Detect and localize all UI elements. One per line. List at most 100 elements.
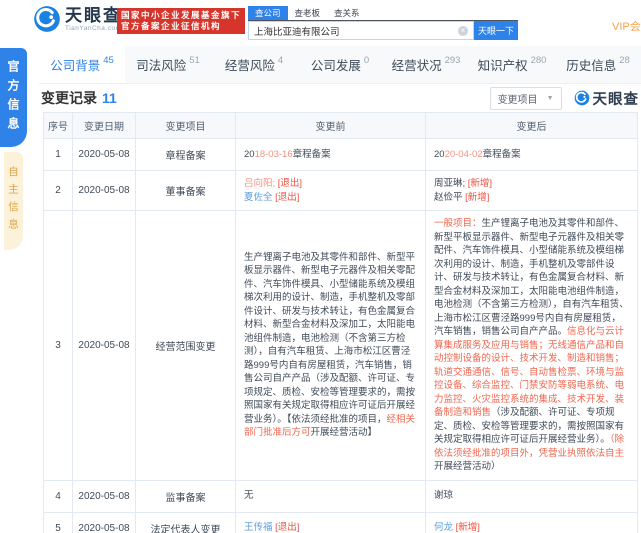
column-header: 变更项目 bbox=[136, 113, 236, 139]
text-segment: 20-04-02 bbox=[445, 149, 483, 160]
side-tab-label: 官方信息 bbox=[5, 60, 22, 136]
change-before-cell: 生产锂离子电池及其零件和部件、新型平板显示器件、新型电子元器件及相关零配件、汽车… bbox=[236, 211, 426, 481]
change-item: 监事备案 bbox=[136, 480, 236, 512]
text-segment: 开展经营活动） bbox=[434, 461, 501, 472]
change-before-cell: 无 bbox=[236, 480, 426, 512]
nav-tab-label: 司法风险 bbox=[136, 55, 186, 74]
nav-tab[interactable]: 历史信息28 bbox=[555, 46, 641, 83]
text-segment: [新增] bbox=[468, 178, 492, 189]
search-input[interactable] bbox=[249, 25, 449, 36]
cell-line: 谢琼 bbox=[434, 489, 629, 503]
nav-tab-count: 51 bbox=[189, 55, 200, 66]
section-title: 变更记录 bbox=[41, 88, 97, 108]
clear-icon[interactable]: × bbox=[458, 26, 468, 36]
text-segment: 周亚琳; bbox=[434, 178, 465, 189]
person-link[interactable]: 夏佐全 bbox=[244, 192, 273, 203]
row-number: 3 bbox=[44, 211, 73, 481]
text-segment: 生产锂离子电池及其零件和部件、新型平板显示器件、新型电子元器件及相关零配件、汽车… bbox=[244, 252, 415, 425]
nav-tab-label: 经营状况 bbox=[392, 55, 442, 74]
search-tab[interactable]: 查关系 bbox=[327, 6, 367, 20]
vip-link[interactable]: VIP会 bbox=[612, 18, 641, 34]
nav-tab-count: 0 bbox=[364, 55, 369, 66]
nav-tab-count: 280 bbox=[531, 55, 547, 66]
change-before-cell: 王传福 [退出] bbox=[236, 512, 426, 533]
change-after-cell: 一般项目：生产锂离子电池及其零件和部件、新型平板显示器件、新型电子元器件及相关零… bbox=[426, 211, 638, 481]
nav-tab-count: 4 bbox=[278, 55, 283, 66]
nav-tab[interactable]: 公司发展0 bbox=[297, 46, 383, 83]
nav-tab-count: 293 bbox=[445, 55, 461, 66]
person-link[interactable]: 王传福 bbox=[244, 522, 273, 533]
table-row: 42020-05-08监事备案无谢琼 bbox=[44, 480, 638, 512]
cell-line: 生产锂离子电池及其零件和部件、新型平板显示器件、新型电子元器件及相关零配件、汽车… bbox=[244, 251, 417, 440]
cell-line: 周亚琳; [新增] bbox=[434, 177, 629, 191]
logo-text: 天眼查 TianYanCha.com bbox=[65, 7, 122, 32]
table-row: 12020-05-08章程备案2018-03-16章程备案2020-04-02章… bbox=[44, 139, 638, 171]
badge-line-2: 官方备案企业征信机构 bbox=[121, 21, 241, 32]
text-segment: 赵俭平 bbox=[434, 192, 463, 203]
nav-tab-label: 经营风险 bbox=[225, 55, 275, 74]
row-number: 5 bbox=[44, 512, 73, 533]
tianyancha-logo[interactable]: 天眼查 TianYanCha.com bbox=[33, 5, 122, 33]
search-box: × bbox=[248, 21, 474, 40]
nav-tab[interactable]: 公司背景45 bbox=[39, 46, 125, 83]
cell-line: 2018-03-16章程备案 bbox=[244, 148, 417, 162]
search-tab[interactable]: 查公司 bbox=[248, 6, 288, 20]
side-tab-self[interactable]: 自主信息 bbox=[4, 152, 23, 250]
table-row: 52020-05-08法定代表人变更王传福 [退出]何龙 [新增] bbox=[44, 512, 638, 533]
column-header: 变更前 bbox=[236, 113, 426, 139]
nav-tab[interactable]: 司法风险51 bbox=[125, 46, 211, 83]
nav-tab[interactable]: 经营状况293 bbox=[383, 46, 469, 83]
cell-line: 吕向阳; [退出] bbox=[244, 177, 417, 191]
text-segment: 开展经营活动】 bbox=[311, 427, 378, 438]
search-tabs: 查公司查老板查关系 bbox=[248, 6, 518, 21]
watermark-logo-icon bbox=[574, 90, 590, 106]
filter-dropdown[interactable]: 变更项目 ▼ bbox=[490, 87, 562, 110]
nav-tab-count: 45 bbox=[103, 55, 114, 66]
person-link[interactable]: 何龙 bbox=[434, 522, 453, 533]
table-row: 22020-05-08董事备案吕向阳; [退出]夏佐全 [退出]周亚琳; [新增… bbox=[44, 171, 638, 211]
change-before-cell: 吕向阳; [退出]夏佐全 [退出] bbox=[236, 171, 426, 211]
change-item: 法定代表人变更 bbox=[136, 512, 236, 533]
side-tab-label: 自主信息 bbox=[6, 166, 21, 236]
table-header-row: 序号变更日期变更项目变更前变更后 bbox=[44, 113, 638, 139]
section-count: 11 bbox=[102, 90, 117, 106]
change-after-cell: 2020-04-02章程备案 bbox=[426, 139, 638, 171]
text-segment: 20 bbox=[434, 149, 445, 160]
text-segment: 生产锂离子电池及其零件和部件、新型平板显示器件、新型电子元器件及相关零配件、汽车… bbox=[434, 218, 629, 337]
section-header: 变更记录 11 变更项目 ▼ 天眼查 bbox=[39, 84, 641, 112]
column-header: 变更日期 bbox=[73, 113, 136, 139]
text-segment: [退出] bbox=[275, 192, 299, 203]
table-row: 32020-05-08经营范围变更生产锂离子电池及其零件和部件、新型平板显示器件… bbox=[44, 211, 638, 481]
change-item: 章程备案 bbox=[136, 139, 236, 171]
page: 天眼查 TianYanCha.com 国家中小企业发展基金旗下 官方备案企业征信… bbox=[0, 0, 641, 533]
text-segment: 吕向阳; bbox=[244, 178, 275, 189]
logo-domain: TianYanCha.com bbox=[65, 25, 122, 32]
main-content: 公司背景45司法风险51经营风险4公司发展0经营状况293知识产权280历史信息… bbox=[39, 46, 641, 533]
cell-line: 赵俭平 [新增] bbox=[434, 191, 629, 205]
cell-line: 一般项目：生产锂离子电池及其零件和部件、新型平板显示器件、新型电子元器件及相关零… bbox=[434, 217, 629, 474]
change-after-cell: 何龙 [新增] bbox=[426, 512, 638, 533]
watermark-text: 天眼查 bbox=[593, 88, 640, 109]
chevron-down-icon: ▼ bbox=[547, 95, 554, 102]
change-table-body: 12020-05-08章程备案2018-03-16章程备案2020-04-02章… bbox=[44, 139, 638, 533]
search-button[interactable]: 天眼一下 bbox=[474, 21, 518, 40]
cell-line: 夏佐全 [退出] bbox=[244, 191, 417, 205]
change-item: 经营范围变更 bbox=[136, 211, 236, 481]
change-item: 董事备案 bbox=[136, 171, 236, 211]
logo-title: 天眼查 bbox=[65, 7, 122, 25]
change-date: 2020-05-08 bbox=[73, 171, 136, 211]
tianyancha-logo-icon bbox=[33, 5, 61, 33]
nav-tab[interactable]: 经营风险4 bbox=[211, 46, 297, 83]
nav-tab[interactable]: 知识产权280 bbox=[469, 46, 555, 83]
nav-tab-label: 知识产权 bbox=[478, 55, 528, 74]
top-header: 天眼查 TianYanCha.com 国家中小企业发展基金旗下 官方备案企业征信… bbox=[0, 0, 641, 46]
search-area: 查公司查老板查关系 × 天眼一下 bbox=[248, 6, 528, 40]
change-date: 2020-05-08 bbox=[73, 211, 136, 481]
text-segment: 信息化与云计算集成服务及应用与销售；无线通信产品和自动控制设备的设计、技术开发、… bbox=[434, 326, 624, 418]
side-tab-official[interactable]: 官方信息 bbox=[0, 48, 27, 147]
nav-tab-label: 公司发展 bbox=[311, 55, 361, 74]
cell-line: 王传福 [退出] bbox=[244, 521, 417, 533]
change-date: 2020-05-08 bbox=[73, 139, 136, 171]
search-tab[interactable]: 查老板 bbox=[288, 6, 328, 20]
text-segment: [新增] bbox=[465, 192, 489, 203]
